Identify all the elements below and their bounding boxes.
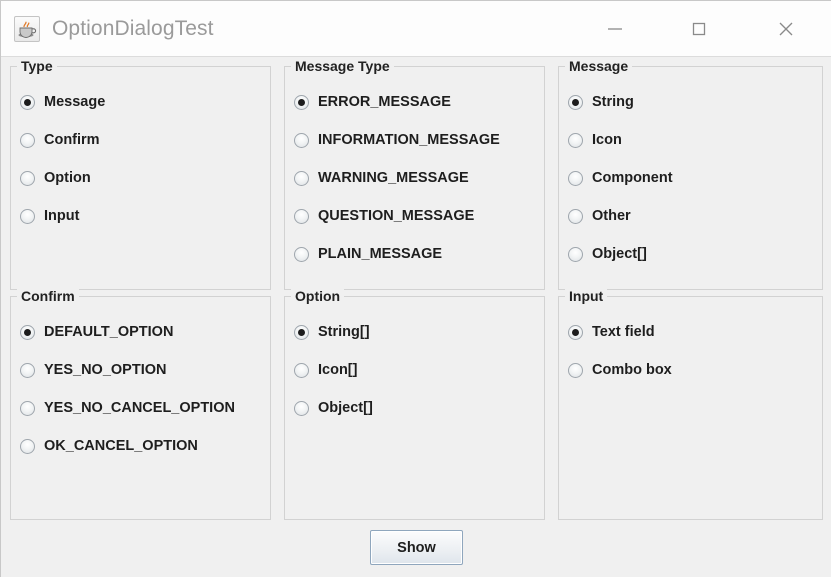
radio-unselected-icon[interactable] [568, 170, 583, 186]
radio-label: DEFAULT_OPTION [44, 324, 174, 340]
radio-label: String[] [318, 324, 370, 340]
radio-message-type-2[interactable]: WARNING_MESSAGE [294, 167, 469, 189]
radio-type-0[interactable]: Message [20, 91, 105, 113]
close-button[interactable] [763, 1, 809, 56]
radio-unselected-icon[interactable] [294, 170, 309, 186]
panel-title-input: Input [565, 288, 608, 304]
radio-selected-icon[interactable] [294, 324, 309, 340]
close-icon [775, 18, 797, 40]
radio-label: Confirm [44, 132, 100, 148]
radio-message-4[interactable]: Object[] [568, 243, 647, 265]
radio-option-0[interactable]: String[] [294, 321, 370, 343]
radio-label: Object[] [318, 400, 373, 416]
radio-label: YES_NO_CANCEL_OPTION [44, 400, 235, 416]
radio-label: String [592, 94, 634, 110]
radio-message-2[interactable]: Component [568, 167, 673, 189]
radio-input-0[interactable]: Text field [568, 321, 655, 343]
radio-unselected-icon[interactable] [294, 132, 309, 148]
panel-confirm: Confirm DEFAULT_OPTION YES_NO_OPTION YES_N… [10, 288, 271, 520]
radio-type-2[interactable]: Option [20, 167, 91, 189]
radio-selected-icon[interactable] [568, 324, 583, 340]
radio-label: Component [592, 170, 673, 186]
radio-option-2[interactable]: Object[] [294, 397, 373, 419]
radio-label: YES_NO_OPTION [44, 362, 167, 378]
radio-unselected-icon[interactable] [568, 132, 583, 148]
maximize-icon [689, 19, 709, 39]
radio-selected-icon[interactable] [20, 324, 35, 340]
radio-unselected-icon[interactable] [294, 246, 309, 262]
panel-message-type: Message Type ERROR_MESSAGE INFORMATION_ME… [284, 58, 545, 290]
panel-title-confirm: Confirm [17, 288, 79, 304]
panel-input: Input Text field Combo box [558, 288, 823, 520]
radio-selected-icon[interactable] [568, 94, 583, 110]
panel-title-message-type: Message Type [291, 58, 394, 74]
radio-label: QUESTION_MESSAGE [318, 208, 475, 224]
java-coffee-cup-icon [14, 16, 40, 42]
radio-unselected-icon[interactable] [20, 170, 35, 186]
radio-type-3[interactable]: Input [20, 205, 79, 227]
radio-unselected-icon[interactable] [20, 208, 35, 224]
radio-message-1[interactable]: Icon [568, 129, 622, 151]
radio-unselected-icon[interactable] [20, 438, 35, 454]
radio-unselected-icon[interactable] [568, 246, 583, 262]
radio-message-type-0[interactable]: ERROR_MESSAGE [294, 91, 451, 113]
minimize-button[interactable] [592, 1, 638, 56]
panel-message: Message String Icon Component Other Object[] [558, 58, 823, 290]
radio-confirm-1[interactable]: YES_NO_OPTION [20, 359, 166, 381]
panel-title-option: Option [291, 288, 345, 304]
radio-label: Input [44, 208, 80, 224]
maximize-button[interactable] [676, 1, 722, 56]
radio-confirm-2[interactable]: YES_NO_CANCEL_OPTION [20, 397, 235, 419]
window-title: OptionDialogTest [52, 17, 214, 40]
radio-label: OK_CANCEL_OPTION [44, 438, 198, 454]
radio-option-1[interactable]: Icon[] [294, 359, 357, 381]
radio-unselected-icon[interactable] [20, 132, 35, 148]
radio-input-1[interactable]: Combo box [568, 359, 672, 381]
show-button[interactable]: Show [370, 530, 463, 565]
radio-label: Icon[] [318, 362, 358, 378]
radio-confirm-0[interactable]: DEFAULT_OPTION [20, 321, 173, 343]
radio-selected-icon[interactable] [294, 94, 309, 110]
radio-label: WARNING_MESSAGE [318, 170, 469, 186]
radio-unselected-icon[interactable] [294, 208, 309, 224]
radio-confirm-3[interactable]: OK_CANCEL_OPTION [20, 435, 198, 457]
radio-label: Icon [592, 132, 622, 148]
radio-unselected-icon[interactable] [20, 400, 35, 416]
radio-label: Text field [592, 324, 655, 340]
panel-type: Type Message Confirm Option Input [10, 58, 271, 290]
radio-type-1[interactable]: Confirm [20, 129, 100, 151]
radio-unselected-icon[interactable] [294, 362, 309, 378]
radio-unselected-icon[interactable] [568, 208, 583, 224]
radio-label: PLAIN_MESSAGE [318, 246, 443, 262]
title-bar: OptionDialogTest [1, 1, 831, 57]
show-button-label: Show [397, 539, 436, 556]
radio-message-3[interactable]: Other [568, 205, 631, 227]
radio-message-type-1[interactable]: INFORMATION_MESSAGE [294, 129, 500, 151]
radio-label: Object[] [592, 246, 647, 262]
panel-title-message: Message [565, 58, 633, 74]
radio-unselected-icon[interactable] [568, 362, 583, 378]
radio-message-type-3[interactable]: QUESTION_MESSAGE [294, 205, 474, 227]
minimize-icon [605, 19, 625, 39]
radio-label: Message [44, 94, 106, 110]
radio-label: Other [592, 208, 631, 224]
radio-unselected-icon[interactable] [294, 400, 309, 416]
radio-message-0[interactable]: String [568, 91, 634, 113]
content-area: Type Message Confirm Option Input Message T… [1, 57, 831, 577]
radio-label: Combo box [592, 362, 672, 378]
radio-label: INFORMATION_MESSAGE [318, 132, 500, 148]
application-window: OptionDialogTest Type Message Confirm Op… [0, 0, 831, 577]
radio-unselected-icon[interactable] [20, 362, 35, 378]
radio-message-type-4[interactable]: PLAIN_MESSAGE [294, 243, 442, 265]
radio-selected-icon[interactable] [20, 94, 35, 110]
panel-title-type: Type [17, 58, 57, 74]
panel-option: Option String[] Icon[] Object[] [284, 288, 545, 520]
radio-label: Option [44, 170, 91, 186]
radio-label: ERROR_MESSAGE [318, 94, 451, 110]
